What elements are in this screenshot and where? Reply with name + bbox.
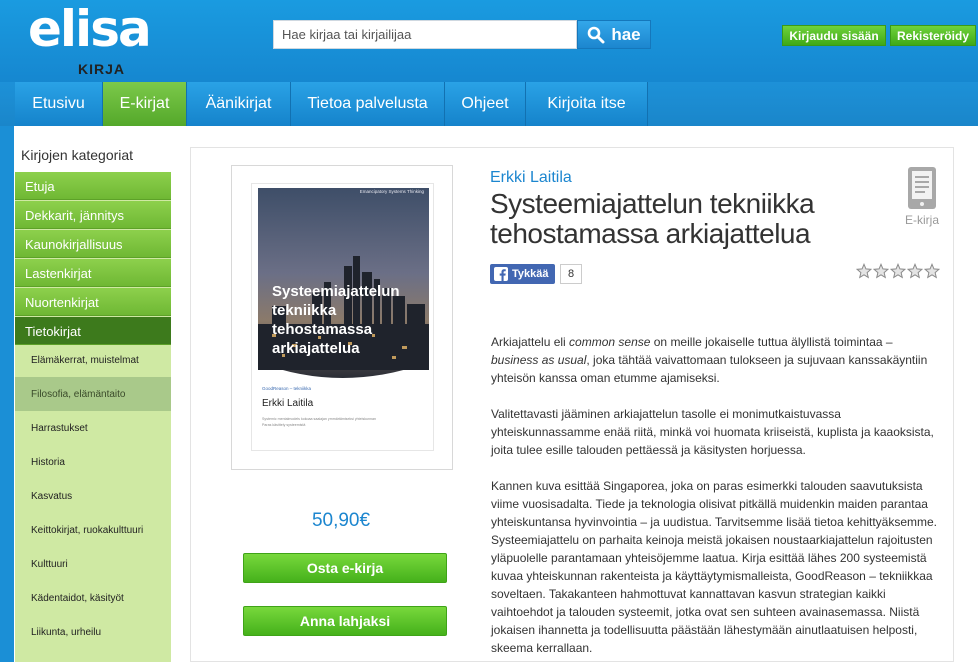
subcategory-liikunta[interactable]: Liikunta, urheilu (15, 615, 171, 649)
cover-blurb-2: Paras käsittely systeemistä (262, 423, 305, 427)
cover-series: Emancipatory Systems Thinking (360, 189, 425, 194)
gift-button[interactable]: Anna lahjaksi (243, 606, 447, 636)
book-title: Systeemiajattelun tekniikka tehostamassa… (490, 188, 815, 249)
subcategory-filosofia[interactable]: Filosofia, elämäntaito (15, 377, 171, 411)
nav-e-kirjat[interactable]: E-kirjat (103, 82, 187, 126)
nav-aanikirjat[interactable]: Äänikirjat (187, 82, 291, 126)
subcategory-keittokirjat[interactable]: Keittokirjat, ruokakulttuuri (15, 513, 171, 547)
category-dekkarit[interactable]: Dekkarit, jännitys (15, 201, 171, 229)
sidebar-title: Kirjojen kategoriat (15, 140, 171, 172)
star-icon[interactable] (856, 263, 872, 279)
subcategory-kulttuuri[interactable]: Kulttuuri (15, 547, 171, 581)
buy-ebook-button[interactable]: Osta e-kirja (243, 553, 447, 583)
star-icon[interactable] (907, 263, 923, 279)
cover-title-line-2: tekniikka (272, 302, 337, 319)
subcategory-kadentaidot[interactable]: Kädentaidot, käsityöt (15, 581, 171, 615)
search-button[interactable]: hae (577, 20, 651, 49)
logo-word: elisa (28, 0, 152, 58)
subcategory-elamakerrat[interactable]: Elämäkerrat, muistelmat (15, 343, 171, 377)
subcategory-historia[interactable]: Historia (15, 445, 171, 479)
facebook-like-button[interactable]: Tykkää (490, 264, 555, 284)
ebook-icon (908, 167, 936, 209)
category-tietokirjat[interactable]: Tietokirjat (15, 317, 171, 345)
book-cover[interactable]: Emancipatory Systems Thinking Systeemiaj… (251, 183, 434, 451)
cover-title-line-4: arkiajattelua (272, 340, 360, 357)
description-paragraph-1: Arkiajattelu eli common sense on meille … (491, 333, 941, 387)
category-kaunokirjallisuus[interactable]: Kaunokirjallisuus (15, 230, 171, 258)
description-paragraph-2: Valitettavasti jääminen arkiajattelun ta… (491, 407, 934, 457)
elisa-kirja-logo[interactable]: elisa KIRJA (28, 0, 152, 77)
format-badge: E-kirja (897, 166, 947, 227)
nav-ohjeet[interactable]: Ohjeet (445, 82, 526, 126)
desc-text: Arkiajattelu eli (491, 335, 570, 349)
logo-sub: KIRJA (78, 61, 126, 77)
register-button[interactable]: Rekisteröidy (890, 25, 976, 46)
star-rating[interactable] (856, 263, 940, 279)
book-price: 50,90€ (311, 510, 371, 531)
search-button-label: hae (611, 24, 641, 44)
main-nav: Etusivu E-kirjat Äänikirjat Tietoa palve… (0, 82, 978, 126)
desc-emphasis: common sense (569, 335, 651, 349)
format-label: E-kirja (904, 213, 939, 227)
category-nuortenkirjat[interactable]: Nuortenkirjat (15, 288, 171, 316)
cover-blurb-1: Systemic mentalmodels kokoaa saaiajan ym… (262, 417, 376, 421)
cover-title-line-3: tehostamassa (272, 321, 373, 338)
cover-illustration: Emancipatory Systems Thinking Systeemiaj… (258, 188, 429, 427)
star-icon[interactable] (924, 263, 940, 279)
nav-tietoa-palvelusta[interactable]: Tietoa palvelusta (291, 82, 445, 126)
subcategory-kasvatus[interactable]: Kasvatus (15, 479, 171, 513)
login-button[interactable]: Kirjaudu sisään (782, 25, 886, 46)
nav-etusivu[interactable]: Etusivu (15, 82, 103, 126)
desc-emphasis: business as usual (491, 353, 587, 367)
search-icon (588, 26, 605, 43)
subcategory-harrastukset[interactable]: Harrastukset (15, 411, 171, 445)
facebook-icon (494, 267, 508, 281)
cover-title-line-1: Systeemiajattelun (272, 283, 400, 300)
star-icon[interactable] (873, 263, 889, 279)
category-lastenkirjat[interactable]: Lastenkirjat (15, 259, 171, 287)
desc-text: on meille jokaiselle tuttua älyllistä to… (650, 335, 893, 349)
category-etuja[interactable]: Etuja (15, 172, 171, 200)
book-description: Arkiajattelu eli common sense on meille … (491, 333, 941, 662)
nav-kirjoita-itse[interactable]: Kirjoita itse (526, 82, 648, 126)
description-paragraph-3: Kannen kuva esittää Singaporea, joka on … (491, 479, 937, 655)
cover-author: Erkki Laitila (262, 398, 314, 409)
search-input[interactable] (273, 20, 577, 49)
site-header: elisa KIRJA hae Kirjaudu sisään Rekister… (0, 0, 978, 82)
like-label: Tykkää (512, 268, 549, 280)
like-count: 8 (560, 264, 582, 284)
book-author-link[interactable]: Erkki Laitila (490, 169, 572, 187)
star-icon[interactable] (890, 263, 906, 279)
cover-tagline: GoodReason – tekniikka (262, 386, 312, 391)
